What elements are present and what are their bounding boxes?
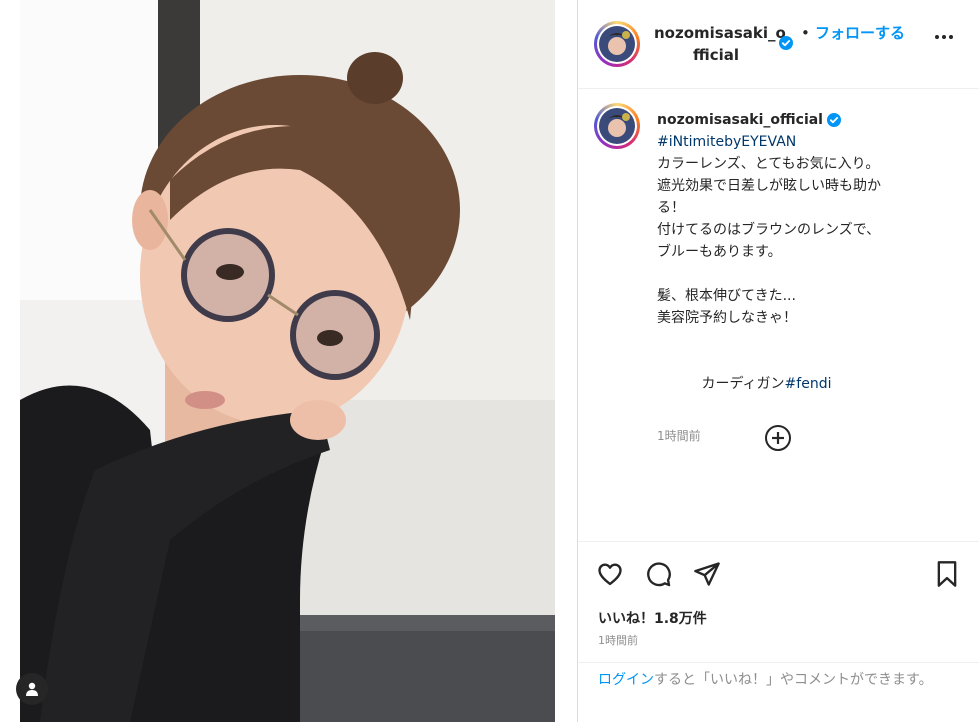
verified-badge-icon (779, 36, 793, 50)
user-tag-icon (26, 682, 38, 696)
likes-count[interactable]: いいね！1.8万件 (598, 608, 707, 628)
caption-username[interactable]: nozomisasaki_official (657, 112, 823, 128)
caption-line: 遮光効果で日差しが眩しい時も助か (657, 178, 881, 194)
post-photo[interactable] (0, 0, 577, 722)
heart-icon[interactable] (596, 560, 624, 588)
hashtag-link[interactable]: #fendi (785, 376, 832, 392)
post-timestamp: 1時間前 (598, 634, 638, 647)
header-username[interactable]: nozomisasaki_o fficial (654, 22, 786, 66)
post-header: nozomisasaki_o fficial • フォローする (578, 0, 979, 89)
caption-last-line: カーディガン#fendi (701, 376, 832, 392)
hashtag-link[interactable]: #iNtimitebyEYEVAN (657, 131, 962, 153)
avatar-image (599, 108, 635, 144)
comment-icon[interactable] (644, 560, 672, 588)
caption-line (657, 329, 962, 351)
verified-badge-icon (827, 113, 842, 127)
header-avatar[interactable] (594, 21, 640, 67)
login-link[interactable]: ログイン (598, 672, 654, 688)
caption-line: 付けてるのはブラウンのレンズで、 (657, 222, 881, 238)
bookmark-icon[interactable] (934, 560, 960, 588)
caption-line: カラーレンズ、とてもお気に入り。 (657, 156, 880, 172)
header-separator: • (801, 24, 810, 42)
caption-line: 髪、根本伸びてきた... (657, 288, 796, 304)
caption-line: る！ (657, 200, 685, 216)
user-tag-button[interactable] (16, 673, 48, 705)
post-actions: いいね！1.8万件 1時間前 (578, 541, 979, 662)
caption-line: ブルーもあります。 (657, 244, 782, 260)
login-prompt: ログインすると「いいね！」やコメントができます。 (578, 662, 979, 722)
caption-timestamp: 1時間前 (657, 429, 701, 443)
share-icon[interactable] (693, 560, 721, 588)
add-comment-icon[interactable] (764, 424, 792, 452)
follow-button[interactable]: フォローする (815, 22, 905, 44)
caption-line: 美容院予約しなきゃ！ (657, 310, 797, 326)
avatar-image (599, 26, 635, 62)
more-options-icon[interactable] (934, 34, 954, 40)
caption-line (657, 263, 962, 285)
selfie-image (0, 0, 577, 722)
instagram-post-embed: nozomisasaki_o fficial • フォローする nozomisa… (0, 0, 979, 722)
caption-text: nozomisasaki_official #iNtimitebyEYEVAN … (657, 109, 962, 447)
post-details-panel: nozomisasaki_o fficial • フォローする nozomisa… (577, 0, 979, 722)
login-prompt-text: すると「いいね！」やコメントができます。 (654, 672, 933, 688)
caption-avatar[interactable] (594, 103, 640, 149)
